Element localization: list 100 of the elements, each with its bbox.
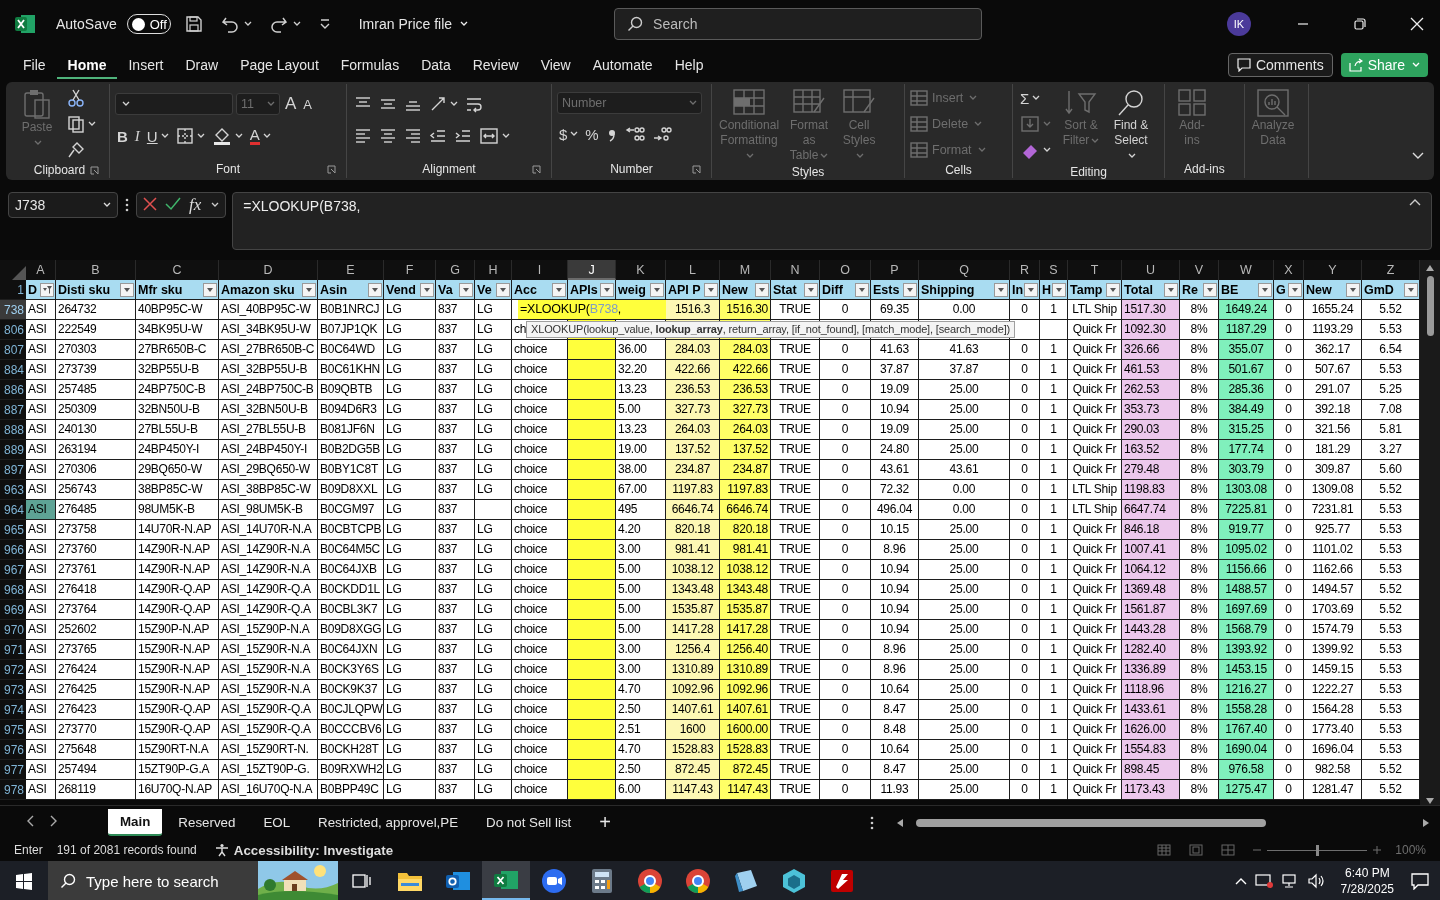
dialog-launcher-icon[interactable] — [532, 164, 541, 174]
dialog-launcher-icon[interactable] — [692, 164, 701, 174]
ribbon-tab[interactable]: Home — [56, 51, 118, 79]
column-header[interactable]: P — [871, 260, 919, 280]
ribbon-tab[interactable]: Insert — [117, 51, 175, 79]
column-header[interactable]: Y — [1304, 260, 1362, 280]
zoom-thumb[interactable] — [1316, 844, 1320, 856]
grow-button[interactable]: A — [283, 92, 299, 116]
font-name-field[interactable] — [115, 93, 233, 115]
row-header[interactable]: 897 — [0, 460, 26, 480]
ribbon-tab[interactable]: Data — [410, 51, 462, 79]
percent-button[interactable]: % — [583, 122, 601, 146]
ribbon-tab[interactable]: Help — [663, 51, 715, 79]
filter-button[interactable] — [1052, 282, 1066, 297]
column-header[interactable]: T — [1068, 260, 1122, 280]
column-header[interactable]: F — [384, 260, 436, 280]
filter-button[interactable] — [704, 282, 718, 297]
row-header[interactable]: 965 — [0, 520, 26, 540]
filter-button[interactable] — [120, 282, 134, 297]
insert-function-button[interactable]: fx — [189, 195, 202, 215]
ribbon-tab[interactable]: Draw — [174, 51, 230, 79]
ribbon-tab[interactable]: View — [529, 51, 582, 79]
avatar[interactable]: IK — [1227, 12, 1251, 36]
zoom-level[interactable]: 100% — [1395, 843, 1426, 857]
sheet-tab[interactable]: EOL — [251, 810, 303, 835]
column-header[interactable]: L — [666, 260, 720, 280]
column-header[interactable]: E — [318, 260, 384, 280]
filter-button[interactable] — [368, 282, 382, 297]
italic-button[interactable]: I — [132, 124, 142, 148]
row-header[interactable]: 978 — [0, 780, 26, 800]
row-header[interactable]: 977 — [0, 760, 26, 780]
filter-button[interactable] — [496, 282, 510, 297]
row-header[interactable]: 975 — [0, 720, 26, 740]
row-header[interactable]: 888 — [0, 420, 26, 440]
horizontal-scrollbar[interactable] — [896, 817, 1430, 828]
row-header[interactable]: 887 — [0, 400, 26, 420]
row-header[interactable]: 889 — [0, 440, 26, 460]
column-header[interactable]: K — [616, 260, 666, 280]
ribbon-tab[interactable]: Formulas — [329, 51, 411, 79]
clock-date[interactable]: 7/28/2025 — [1340, 881, 1394, 897]
filter-button[interactable] — [1258, 282, 1272, 297]
row-header[interactable]: 738 — [0, 300, 26, 320]
row-header[interactable]: 969 — [0, 600, 26, 620]
filter-button[interactable] — [1288, 282, 1302, 297]
find-select-button[interactable]: Find & Select — [1109, 86, 1153, 165]
sheet-tab[interactable]: Do not Sell list — [474, 810, 584, 835]
column-header[interactable]: J — [568, 260, 616, 280]
column-header[interactable]: Z — [1362, 260, 1420, 280]
comments-button[interactable]: Comments — [1227, 53, 1333, 77]
column-header[interactable]: X — [1274, 260, 1304, 280]
row-header[interactable]: 967 — [0, 560, 26, 580]
sheet-tab[interactable]: Main — [108, 809, 163, 836]
column-header[interactable]: B — [56, 260, 136, 280]
filter-button[interactable] — [40, 282, 54, 297]
scrollbar-thumb[interactable] — [916, 818, 1266, 827]
column-header[interactable]: R — [1010, 260, 1040, 280]
filter-button[interactable] — [650, 282, 664, 297]
formula-field[interactable]: =XLOOKUP(B738, — [232, 192, 1432, 250]
vertical-scrollbar[interactable] — [1420, 260, 1440, 805]
row-header[interactable]: 970 — [0, 620, 26, 640]
row-header[interactable]: 973 — [0, 680, 26, 700]
filter-button[interactable] — [804, 282, 818, 297]
filter-button[interactable] — [1346, 282, 1360, 297]
name-box[interactable]: J738 — [8, 192, 118, 218]
column-header[interactable]: O — [820, 260, 871, 280]
column-header[interactable]: I — [512, 260, 568, 280]
filter-button[interactable] — [420, 282, 434, 297]
row-header[interactable]: 963 — [0, 480, 26, 500]
filter-button[interactable] — [903, 282, 917, 297]
shrink-button[interactable]: A — [301, 92, 314, 116]
column-header[interactable]: M — [720, 260, 771, 280]
column-header[interactable]: H — [475, 260, 512, 280]
scrollbar-thumb[interactable] — [1426, 276, 1434, 336]
row-header[interactable]: 972 — [0, 660, 26, 680]
ribbon-tab[interactable]: Automate — [581, 51, 664, 79]
sheet-tab[interactable]: Reserved — [166, 810, 248, 835]
row-header[interactable]: 884 — [0, 360, 26, 380]
row-header[interactable]: 886 — [0, 380, 26, 400]
filter-button[interactable] — [302, 282, 316, 297]
row-header[interactable]: 971 — [0, 640, 26, 660]
column-header[interactable]: A — [26, 260, 56, 280]
row-header[interactable]: 976 — [0, 740, 26, 760]
autosum-button[interactable]: Σ — [1018, 86, 1053, 110]
row-header[interactable]: 966 — [0, 540, 26, 560]
sheet-tab[interactable]: Restricted, approvel,PE — [306, 810, 471, 835]
dialog-launcher-icon[interactable] — [327, 164, 336, 174]
ribbon-tab[interactable]: File — [12, 51, 57, 79]
column-header[interactable]: G — [436, 260, 475, 280]
accessibility-button[interactable]: Accessibility: Investigate — [214, 842, 394, 858]
row-header[interactable]: 1 — [0, 280, 26, 300]
column-header[interactable]: U — [1122, 260, 1180, 280]
filter-button[interactable] — [855, 282, 869, 297]
row-header[interactable]: 964 — [0, 500, 26, 520]
column-header[interactable]: V — [1180, 260, 1219, 280]
ribbon-tab[interactable]: Review — [461, 51, 530, 79]
cell-editor[interactable]: =XLOOKUP(B738, — [518, 300, 666, 319]
search-field[interactable]: Search — [614, 8, 983, 40]
bold-button[interactable]: B — [115, 124, 130, 148]
font-color-button[interactable]: A — [247, 124, 273, 148]
filter-button[interactable] — [1164, 282, 1178, 297]
